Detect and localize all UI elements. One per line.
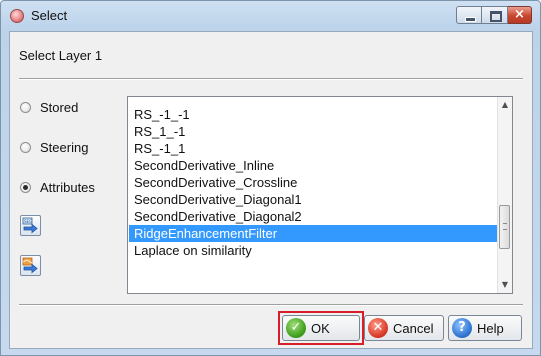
maximize-button[interactable] [482,6,508,24]
svg-text:SEG: SEG [24,219,32,224]
radio-attributes-circle[interactable] [20,181,31,193]
check-icon: ✓ [286,318,306,338]
layer-arrow-import-icon [22,257,38,274]
close-icon: × [514,7,525,22]
scroll-up-arrow-icon[interactable]: ▲ [498,97,512,113]
seg-arrow-import-icon: SEG [22,217,38,234]
help-button[interactable]: ? Help [448,315,522,341]
app-icon [10,9,24,23]
list-item[interactable]: RS_-1_1 [129,140,502,157]
vertical-scrollbar[interactable]: ▲ ▼ [497,97,512,293]
scroll-down-arrow-icon[interactable]: ▼ [498,277,512,293]
list-item[interactable]: SecondDerivative_Crossline [129,174,502,191]
title-bar[interactable]: Select × [1,1,540,31]
close-button[interactable]: × [508,6,532,24]
import-layer-button[interactable] [20,255,41,276]
radio-steering-circle[interactable] [20,141,31,153]
list-item[interactable]: SecondDerivative_Diagonal1 [129,191,502,208]
maximize-icon [482,7,507,23]
scroll-thumb[interactable] [499,205,510,249]
list-item[interactable]: RS_1_-1 [129,123,502,140]
list-item[interactable]: Laplace on similarity [129,242,502,259]
radio-steering[interactable]: Steering [20,138,88,156]
list-item[interactable]: RidgeEnhancementFilter [129,225,502,242]
bottom-divider [19,304,523,306]
cancel-button[interactable]: ✕ Cancel [364,315,444,341]
top-divider [19,78,523,80]
cancel-button-label: Cancel [393,320,434,336]
radio-attributes-label: Attributes [40,179,95,195]
radio-stored[interactable]: Stored [20,98,78,116]
list-item[interactable]: SecondDerivative_Inline [129,157,502,174]
list-item[interactable]: SecondDerivative_Diagonal2 [129,208,502,225]
attribute-listbox[interactable]: RS_-1_-1 RS_1_-1 RS_-1_1 SecondDerivative_I… [127,96,513,294]
dialog-body: Select Layer 1 Stored Steering Attribute… [9,31,533,349]
minimize-icon [457,7,481,23]
radio-stored-circle[interactable] [20,101,31,113]
ok-button-label: OK [311,320,330,336]
minimize-button[interactable] [456,6,482,24]
question-icon: ? [452,318,472,338]
radio-attributes[interactable]: Attributes [20,178,95,196]
attribute-list: RS_-1_-1 RS_1_-1 RS_-1_1 SecondDerivative_I… [129,106,502,259]
window-title: Select [31,8,68,23]
ok-button[interactable]: ✓ OK [282,315,360,341]
select-dialog-window: Select × Select Layer 1 Stored Steering … [0,0,541,356]
dialog-subtitle: Select Layer 1 [19,48,103,63]
help-button-label: Help [477,320,504,336]
x-icon: ✕ [368,318,388,338]
radio-stored-label: Stored [40,99,79,115]
list-item[interactable]: RS_-1_-1 [129,106,502,123]
import-seg-button[interactable]: SEG [20,215,41,236]
radio-steering-label: Steering [40,139,89,155]
